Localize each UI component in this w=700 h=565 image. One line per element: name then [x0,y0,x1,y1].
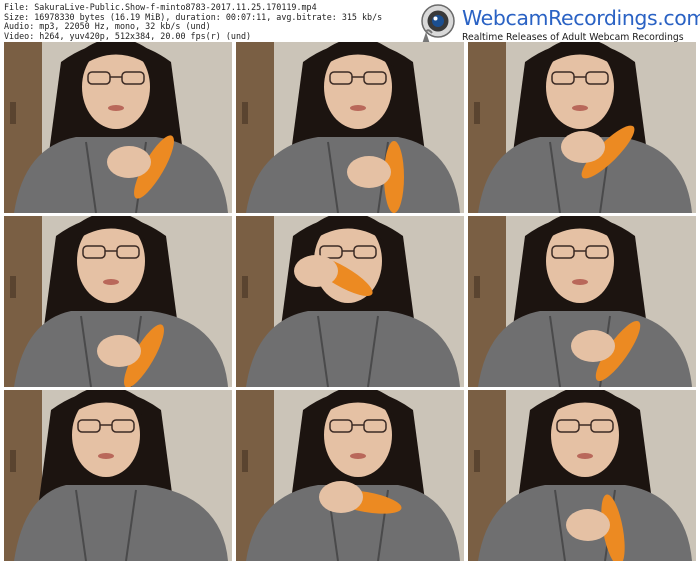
thumbnail-8 [236,390,464,561]
thumbnail-6 [468,216,696,387]
thumbnail-4 [4,216,232,387]
thumbnail-1 [4,42,232,213]
thumbnail-9 [468,390,696,561]
thumbnail-2 [236,42,464,213]
thumbnail-7 [4,390,232,561]
brand-title: WebcamRecordings.com [462,6,700,30]
thumbnail-5 [236,216,464,387]
thumbnail-grid [4,42,696,561]
video-info-line: Video: h264, yuv420p, 512x384, 20.00 fps… [4,30,252,41]
thumbnail-3 [468,42,696,213]
file-info: File: SakuraLive-Public.Show-f-minto8783… [4,2,404,41]
